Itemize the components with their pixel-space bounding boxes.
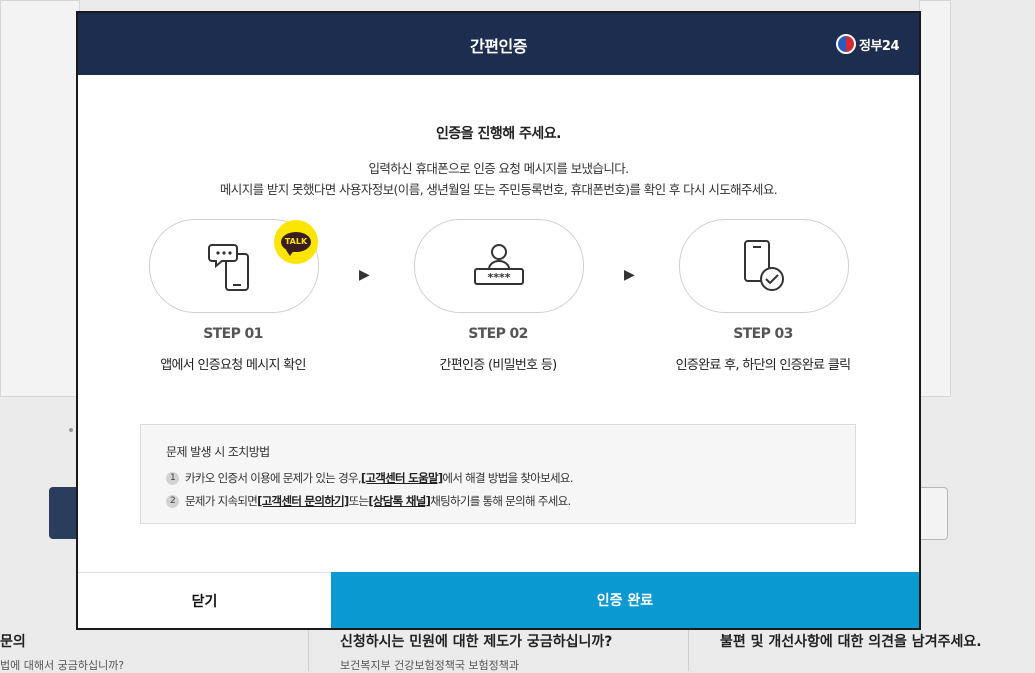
step2-label: STEP 02 (468, 326, 528, 342)
step3-pill (679, 219, 849, 313)
phone-chat-icon (208, 244, 249, 291)
auth-heading: 인증을 진행해 주세요. (436, 126, 562, 142)
customer-center-help-link[interactable]: [고객센터 도움말] (361, 470, 443, 486)
auth-desc-line2: 메시지를 받지 못했다면 사용자정보(이름, 생년월일 또는 주민등록번호, 휴… (219, 182, 778, 197)
svg-text:****: **** (487, 271, 510, 284)
customer-center-inquiry-link[interactable]: [고객센터 문의하기] (257, 493, 349, 509)
help-box: 문제 발생 시 조치방법 1 카카오 인증서 이용에 문제가 있는 경우, [고… (140, 424, 856, 524)
chat-channel-link[interactable]: [상담톡 채널] (368, 493, 431, 509)
auth-desc-line1: 입력하신 휴대폰으로 인증 요청 메시지를 보냈습니다. (368, 161, 629, 176)
step3-desc: 인증완료 후, 하단의 인증완료 클릭 (675, 358, 852, 373)
phone-check-icon (744, 240, 784, 291)
bg-divider (308, 628, 309, 671)
step2-desc: 간편인증 (비밀번호 등) (439, 358, 558, 373)
bg-card-right (919, 0, 951, 397)
help-title: 문제 발생 시 조치방법 (166, 445, 270, 459)
help-item: 1 카카오 인증서 이용에 문제가 있는 경우, [고객센터 도움말] 에서 해… (166, 470, 573, 486)
help-text: 채팅하기를 통해 문의해 주세요. (430, 494, 571, 508)
step2-pill: **** (414, 219, 584, 313)
help-text: 또는 (348, 494, 369, 508)
bg-card-left (0, 0, 80, 397)
kakao-talk-badge: TALK (274, 220, 318, 264)
modal-title: 간편인증 (470, 37, 527, 56)
step-arrow-icon: ▶ (624, 267, 635, 283)
bg-divider (688, 628, 689, 671)
bg-bullet (69, 428, 73, 432)
help-text: 에서 해결 방법을 찾아보세요. (442, 471, 573, 485)
number-badge: 1 (166, 471, 179, 485)
step3-label: STEP 03 (733, 326, 793, 342)
user-password-icon: **** (474, 244, 524, 285)
step1-label: STEP 01 (203, 326, 263, 342)
close-button[interactable]: 닫기 (78, 572, 331, 628)
simple-auth-modal: 간편인증 정부24 인증을 진행해 주세요. 입력하신 휴대폰으로 인증 요청 … (78, 13, 919, 628)
kakao-talk-icon: TALK (281, 232, 311, 256)
bg-col3-title: 불편 및 개선사항에 대한 의견을 남겨주세요. (720, 634, 982, 650)
step1-desc: 앱에서 인증요청 메시지 확인 (160, 358, 306, 373)
taegeuk-icon (835, 34, 856, 54)
modal-header: 간편인증 정부24 (78, 13, 919, 75)
bg-col2-title: 신청하시는 민원에 대한 제도가 궁금하십니까? (340, 634, 613, 650)
auth-complete-button[interactable]: 인증 완료 (331, 572, 919, 628)
help-text: 문제가 지속되면 (185, 494, 258, 508)
bg-secondary-button[interactable] (915, 487, 948, 540)
help-item: 2 문제가 지속되면 [고객센터 문의하기] 또는 [상담톡 채널] 채팅하기를… (166, 493, 571, 509)
number-badge: 2 (166, 494, 179, 508)
bg-col1-title: 문의 (0, 634, 26, 650)
gov24-logo: 정부24 (835, 34, 900, 54)
help-text: 카카오 인증서 이용에 문제가 있는 경우, (185, 471, 362, 485)
gov24-logo-text: 정부24 (858, 38, 900, 54)
step-arrow-icon: ▶ (359, 267, 370, 283)
